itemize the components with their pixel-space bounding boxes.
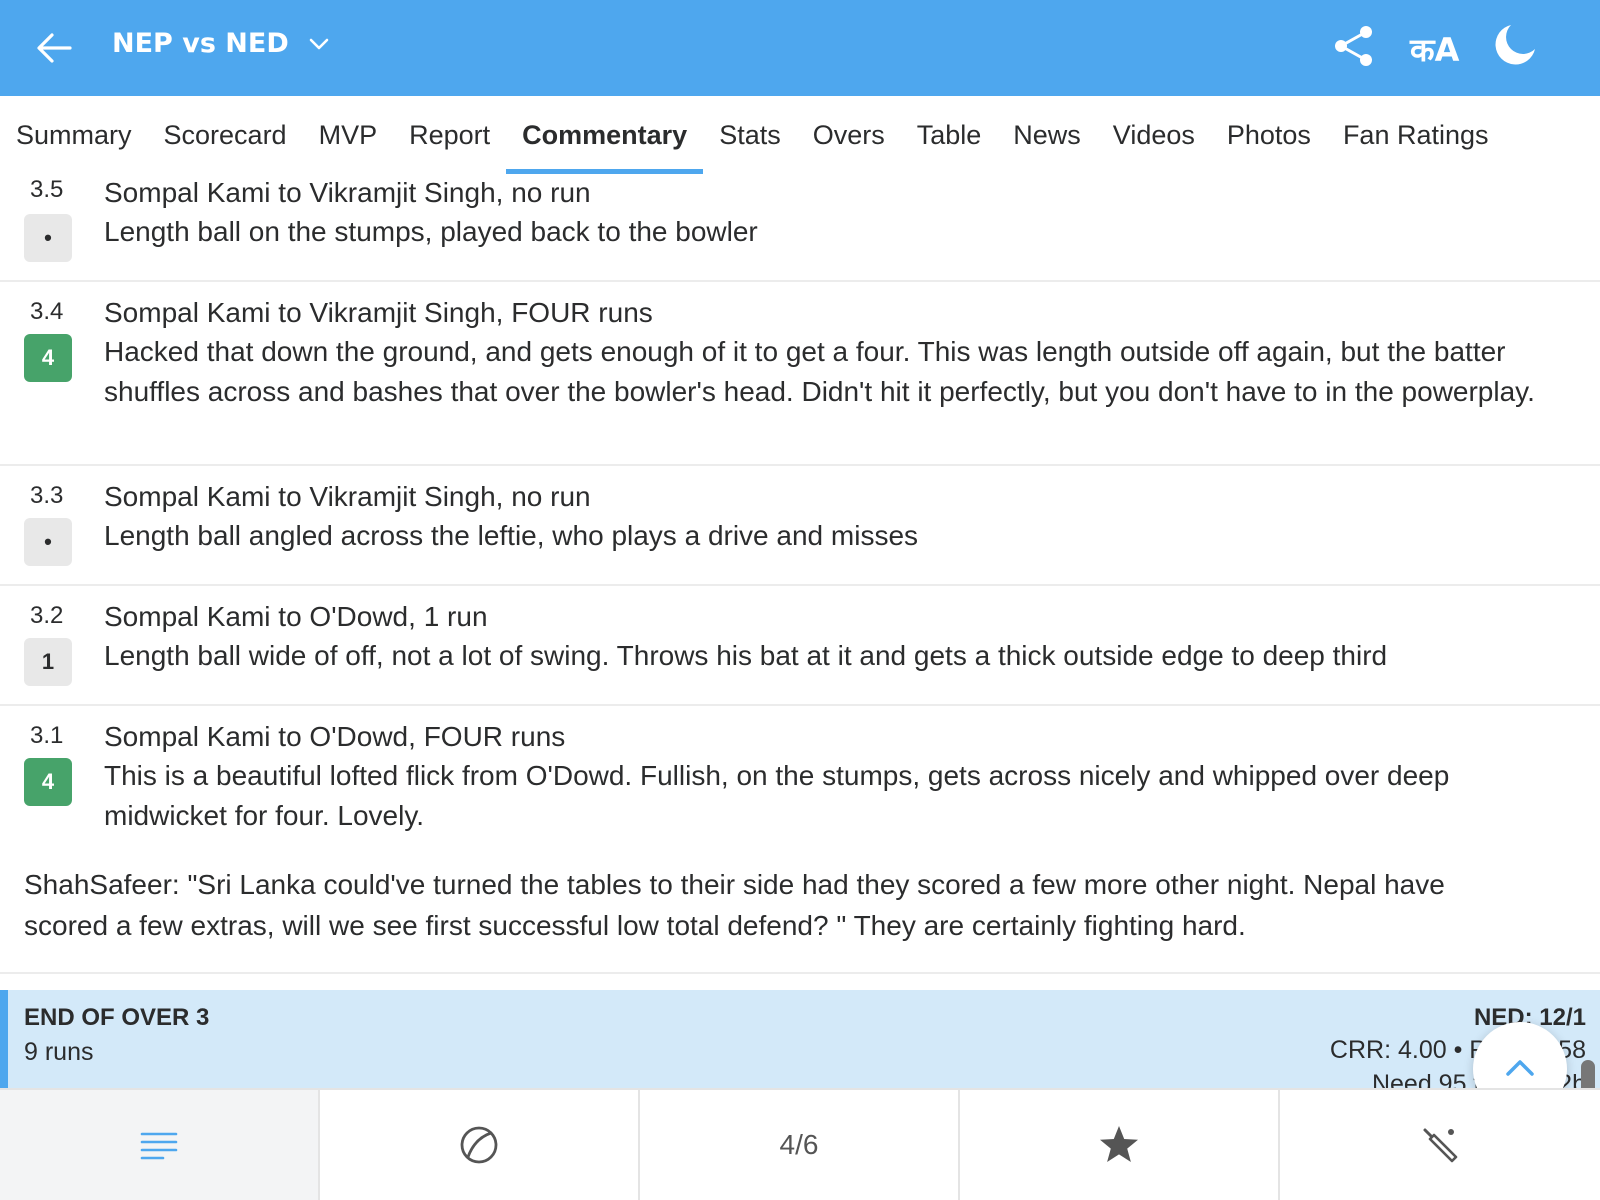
fan-comment: ShahSafeer: "Sri Lanka could've turned t…	[24, 864, 1464, 946]
match-title: NEP vs NED	[112, 28, 289, 59]
ball-number: 3.1	[30, 722, 64, 749]
tab-overs[interactable]: Overs	[797, 96, 901, 174]
ball-counter: 4/6	[779, 1129, 819, 1160]
ball-description: Length ball on the stumps, played back t…	[104, 216, 758, 247]
ball-result-badge: •	[24, 518, 72, 566]
commentary-view-button[interactable]	[0, 1090, 320, 1200]
star-icon	[1100, 1126, 1138, 1162]
dark-mode-toggle[interactable]	[1492, 22, 1538, 68]
divider	[0, 972, 1600, 974]
bat-icon	[1423, 1128, 1458, 1163]
chevron-down-icon	[309, 38, 329, 49]
ball-description: This is a beautiful lofted flick from O'…	[104, 760, 1450, 831]
commentary-item: 3.1 4 Sompal Kami to O'Dowd, FOUR runs T…	[0, 706, 1600, 846]
tab-stats[interactable]: Stats	[703, 96, 797, 174]
tab-scorecard[interactable]: Scorecard	[148, 96, 303, 174]
ball-headline: Sompal Kami to O'Dowd, FOUR runs	[104, 721, 566, 752]
tab-commentary[interactable]: Commentary	[506, 96, 704, 174]
back-button[interactable]	[34, 28, 74, 68]
bottom-navigation: 4/6	[0, 1088, 1600, 1200]
back-arrow-icon	[37, 33, 72, 63]
ball-number: 3.5	[30, 176, 64, 203]
tab-report[interactable]: Report	[393, 96, 506, 174]
ball-number: 3.4	[30, 298, 64, 325]
fan-comment-line: scored a few extras, will we see first s…	[24, 910, 1246, 941]
commentary-item: 3.4 4 Sompal Kami to Vikramjit Singh, FO…	[0, 282, 1600, 466]
ball-headline: Sompal Kami to Vikramjit Singh, no run	[104, 481, 591, 512]
ball-headline: Sompal Kami to O'Dowd, 1 run	[104, 601, 488, 632]
tab-mvp[interactable]: MVP	[303, 96, 394, 174]
ball-description: Length ball wide of off, not a lot of sw…	[104, 640, 1388, 671]
tab-summary[interactable]: Summary	[0, 96, 148, 174]
ball-description: Length ball angled across the leftie, wh…	[104, 520, 919, 551]
moon-icon	[1495, 25, 1535, 65]
chevron-up-icon	[1506, 1060, 1534, 1076]
ball-number: 3.3	[30, 482, 64, 509]
ball-result-badge: 1	[24, 638, 72, 686]
tab-bar: Summary Scorecard MVP Report Commentary …	[0, 96, 1600, 174]
share-icon	[1335, 26, 1372, 66]
end-of-over-title: END OF OVER 3	[24, 1004, 210, 1031]
ball-number: 3.2	[30, 602, 64, 629]
match-selector[interactable]: NEP vs NED	[112, 28, 331, 59]
tab-news[interactable]: News	[997, 96, 1097, 174]
ball-by-ball-button[interactable]	[320, 1090, 640, 1200]
batting-view-button[interactable]	[1280, 1090, 1600, 1200]
language-button[interactable]: कA	[1410, 28, 1459, 71]
ball-counter-button[interactable]: 4/6	[640, 1090, 960, 1200]
ball-headline: Sompal Kami to Vikramjit Singh, no run	[104, 177, 591, 208]
tab-photos[interactable]: Photos	[1211, 96, 1327, 174]
commentary-feed[interactable]: 3.5 • Sompal Kami to Vikramjit Singh, no…	[0, 174, 1600, 1090]
tab-fan-ratings[interactable]: Fan Ratings	[1327, 96, 1505, 174]
ball-result-badge: 4	[24, 334, 72, 382]
ball-result-badge: 4	[24, 758, 72, 806]
commentary-item: 3.2 1 Sompal Kami to O'Dowd, 1 run Lengt…	[0, 586, 1600, 706]
fan-comment-line: ShahSafeer: "Sri Lanka could've turned t…	[24, 869, 1445, 900]
over-runs: 9 runs	[24, 1038, 94, 1066]
language-icon: कA	[1410, 31, 1460, 69]
ball-result-badge: •	[24, 214, 72, 262]
scroll-to-top-button[interactable]	[1473, 1022, 1567, 1090]
end-of-over-summary: END OF OVER 3 9 runs NED: 12/1 CRR: 4.00…	[0, 990, 1600, 1090]
top-app-bar: NEP vs NED कA	[0, 0, 1600, 96]
scrollbar-thumb[interactable]	[1581, 1060, 1595, 1090]
tab-table[interactable]: Table	[901, 96, 998, 174]
share-button[interactable]	[1332, 24, 1376, 68]
tab-videos[interactable]: Videos	[1097, 96, 1211, 174]
commentary-item: 3.5 • Sompal Kami to Vikramjit Singh, no…	[0, 174, 1600, 282]
ball-headline: Sompal Kami to Vikramjit Singh, FOUR run…	[104, 297, 653, 328]
menu-icon	[140, 1132, 178, 1160]
highlights-button[interactable]	[960, 1090, 1280, 1200]
commentary-item: 3.3 • Sompal Kami to Vikramjit Singh, no…	[0, 466, 1600, 586]
ball-description: Hacked that down the ground, and gets en…	[104, 336, 1535, 407]
ball-icon	[460, 1126, 498, 1164]
